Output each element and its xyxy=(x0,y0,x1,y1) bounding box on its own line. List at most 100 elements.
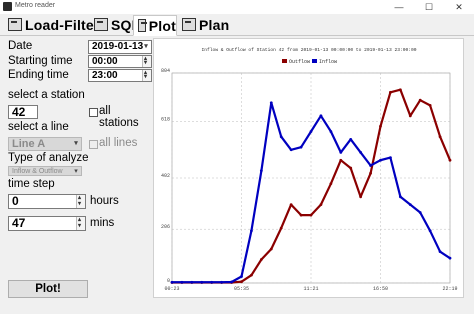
all-lines-checkbox[interactable] xyxy=(89,140,98,149)
data-point-inflow xyxy=(299,145,303,149)
data-point-outflow xyxy=(408,114,412,118)
data-point-inflow xyxy=(250,229,253,233)
dropdown-arrow-icon: ▾ xyxy=(74,140,78,147)
data-point-outflow xyxy=(319,203,323,207)
mins-value: 47 xyxy=(12,216,26,230)
chart-panel: Inflow & Outflow of Station 42 from 2019… xyxy=(153,38,464,298)
map-icon xyxy=(182,18,196,31)
dropdown-arrow-icon[interactable]: ▾ xyxy=(141,41,151,53)
hours-value: 0 xyxy=(12,194,19,208)
data-point-outflow xyxy=(259,258,263,261)
data-point-inflow xyxy=(398,195,402,199)
legend-label: Inflow xyxy=(319,59,337,65)
data-point-inflow xyxy=(379,158,382,162)
tab-label: Plan xyxy=(199,16,230,33)
data-point-inflow xyxy=(180,280,184,284)
title-bar: Metro reader — ☐ ✕ xyxy=(0,0,474,14)
start-time-field[interactable]: 00:00 xyxy=(88,53,152,69)
data-point-outflow xyxy=(418,98,422,102)
tab-label: Plot xyxy=(148,17,176,34)
hours-input[interactable]: 0 xyxy=(8,192,86,210)
y-tick-label: 804 xyxy=(161,68,170,74)
tab-plan[interactable]: Plan xyxy=(178,15,229,34)
tab-bar: Load-Filter SQL Plot Plan xyxy=(0,14,474,36)
mins-input[interactable]: 47 xyxy=(8,214,86,232)
data-point-inflow xyxy=(200,280,204,284)
data-point-outflow xyxy=(438,135,442,139)
date-field[interactable]: 2019-01-13 ▾ xyxy=(88,40,152,54)
all-lines-label: all lines xyxy=(99,137,138,149)
data-point-outflow xyxy=(448,158,452,162)
legend-swatch xyxy=(312,59,317,63)
dropdown-arrow-icon: ▾ xyxy=(74,168,78,175)
control-panel: Date 2019-01-13 ▾ Starting time 00:00 En… xyxy=(3,36,153,308)
data-point-inflow xyxy=(369,164,372,167)
window-title: Metro reader xyxy=(15,2,56,9)
x-tick-label: 16:50 xyxy=(373,286,388,292)
data-point-inflow xyxy=(438,250,442,254)
data-point-inflow xyxy=(448,256,452,260)
maximize-button[interactable]: ☐ xyxy=(414,0,444,14)
data-point-outflow xyxy=(279,226,283,230)
data-point-inflow xyxy=(289,148,293,152)
data-point-outflow xyxy=(428,103,432,107)
data-point-outflow xyxy=(299,213,303,217)
data-point-inflow xyxy=(190,280,194,284)
time-step-label: time step xyxy=(8,178,55,190)
spin-arrows-icon[interactable] xyxy=(142,67,151,83)
minimize-button[interactable]: — xyxy=(384,0,414,14)
station-label: select a station xyxy=(8,89,85,101)
data-point-outflow xyxy=(329,182,333,186)
data-point-inflow xyxy=(170,280,174,284)
all-stations-label: all stations xyxy=(99,105,139,129)
hours-label: hours xyxy=(90,195,119,207)
tab-label: Load-Filter xyxy=(25,16,100,33)
tab-plot[interactable]: Plot xyxy=(133,15,177,36)
legend-label: Outflow xyxy=(289,59,310,65)
end-time-label: Ending time xyxy=(8,69,69,81)
station-input[interactable]: 42 xyxy=(8,105,38,119)
chart-title: Inflow & Outflow of Station 42 from 2019… xyxy=(201,47,416,53)
y-tick-label: 618 xyxy=(161,117,170,123)
tab-load-filter[interactable]: Load-Filter xyxy=(4,15,100,34)
date-label: Date xyxy=(8,40,33,52)
analyze-select: Inflow & Outflow ▾ xyxy=(8,166,82,176)
data-point-inflow xyxy=(240,275,243,278)
y-tick-label: 402 xyxy=(161,173,170,179)
series-line-inflow xyxy=(172,101,451,284)
table-icon xyxy=(94,18,108,31)
chart-icon xyxy=(138,19,147,32)
x-tick-label: 00:23 xyxy=(164,286,179,292)
end-time-field[interactable]: 23:00 xyxy=(88,67,152,83)
y-tick-label: 0 xyxy=(167,278,170,284)
line-value: Line A xyxy=(12,138,46,150)
spin-arrows-icon[interactable] xyxy=(76,214,85,232)
data-point-inflow xyxy=(418,211,422,214)
data-point-inflow xyxy=(259,169,263,173)
data-point-outflow xyxy=(309,213,313,217)
spin-arrows-icon[interactable] xyxy=(76,192,85,210)
table-icon xyxy=(8,18,22,31)
analyze-label: Type of analyze xyxy=(8,152,89,164)
start-time-label: Starting time xyxy=(8,55,73,67)
data-point-inflow xyxy=(408,203,412,207)
date-value: 2019-01-13 xyxy=(92,41,144,52)
start-time-value: 00:00 xyxy=(92,56,118,67)
data-point-outflow xyxy=(379,124,382,128)
plot-button[interactable]: Plot! xyxy=(8,280,88,298)
data-point-outflow xyxy=(369,171,372,175)
line-select: Line A ▾ xyxy=(8,137,82,151)
close-button[interactable]: ✕ xyxy=(444,0,474,14)
all-stations-checkbox[interactable] xyxy=(89,108,98,117)
x-tick-label: 05:35 xyxy=(234,286,249,292)
data-point-inflow xyxy=(349,137,353,141)
data-point-inflow xyxy=(309,130,313,133)
data-point-inflow xyxy=(389,156,392,160)
data-point-outflow xyxy=(349,166,353,170)
data-point-outflow xyxy=(398,88,402,92)
inflow-outflow-chart: Inflow & Outflow of Station 42 from 2019… xyxy=(161,47,458,292)
spin-arrows-icon[interactable] xyxy=(142,53,151,69)
data-point-inflow xyxy=(269,101,273,105)
data-point-inflow xyxy=(339,151,343,154)
data-point-outflow xyxy=(289,203,293,207)
